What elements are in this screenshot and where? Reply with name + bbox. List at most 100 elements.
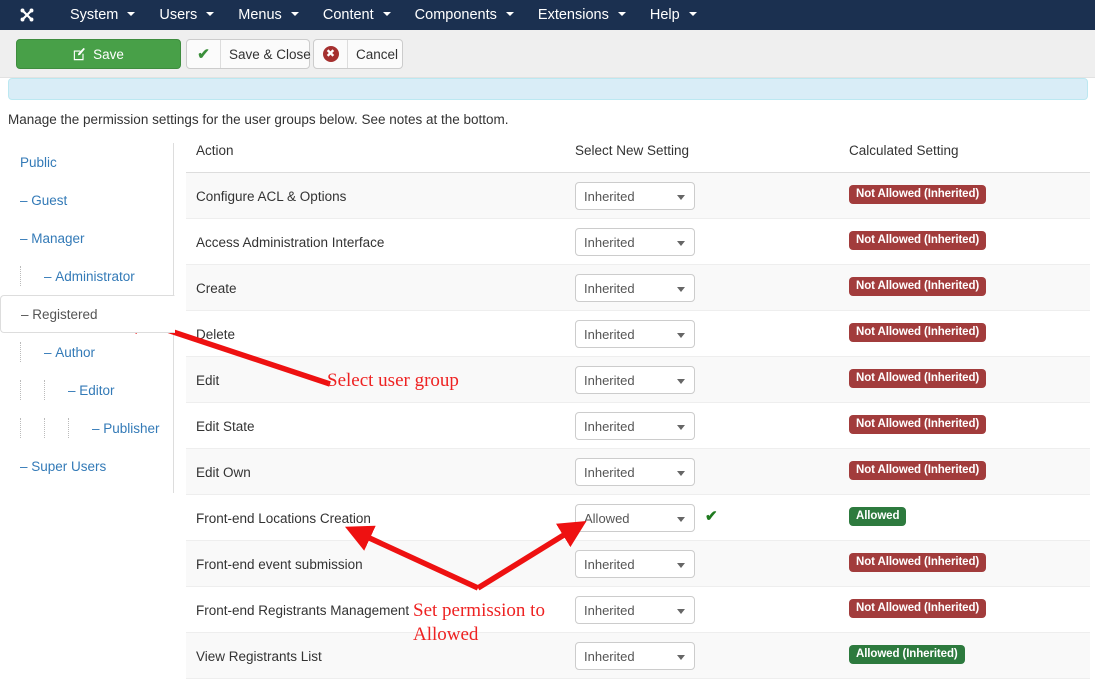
status-badge: Not Allowed (Inherited) (849, 461, 987, 480)
permission-select[interactable]: Inherited (575, 182, 695, 210)
calculated-setting-cell: Allowed (849, 506, 907, 526)
circle-x-icon: ✖ (314, 40, 348, 68)
calculated-setting-cell: Not Allowed (Inherited) (849, 184, 987, 204)
nav-item-menus[interactable]: Menus (226, 0, 311, 30)
calculated-setting-cell: Not Allowed (Inherited) (849, 552, 987, 572)
action-label: Front-end event submission (196, 556, 363, 572)
table-row: Front-end Locations Creation Allowed ✔ A… (186, 495, 1090, 541)
sidebar-item-public[interactable]: Public (0, 143, 173, 181)
permission-select[interactable]: Inherited (575, 550, 695, 578)
permission-select[interactable]: Inherited (575, 412, 695, 440)
table-row: Access Administration Interface Inherite… (186, 219, 1090, 265)
chevron-down-icon (677, 287, 685, 292)
nav-item-label: Components (414, 7, 497, 23)
permission-select[interactable]: Inherited (575, 228, 695, 256)
status-badge: Not Allowed (Inherited) (849, 553, 987, 572)
setting-select-cell: Inherited (575, 366, 695, 394)
column-header-select: Select New Setting (575, 143, 690, 158)
chevron-down-icon (382, 12, 391, 17)
sidebar-item-label: Guest (31, 192, 68, 208)
calculated-setting-cell: Not Allowed (Inherited) (849, 414, 987, 434)
toolbar: Save ✔ Save & Close ✖ Cancel (0, 30, 1095, 78)
nav-item-system[interactable]: System (58, 0, 147, 30)
setting-select-cell: Allowed (575, 504, 695, 532)
action-label: Front-end Locations Creation (196, 510, 371, 526)
permissions-table: Action Select New Setting Calculated Set… (186, 143, 1090, 679)
action-label: Access Administration Interface (196, 234, 385, 250)
nav-item-label: Extensions (537, 7, 609, 23)
status-badge: Not Allowed (Inherited) (849, 599, 987, 618)
action-label: Edit (196, 372, 220, 388)
setting-select-cell: Inherited (575, 228, 695, 256)
save-and-close-button-label: Save & Close (229, 46, 311, 62)
table-row: Edit Inherited Not Allowed (Inherited) (186, 357, 1090, 403)
status-badge: Allowed (849, 507, 907, 526)
sidebar-item-label: Super Users (31, 458, 107, 474)
save-button[interactable]: Save (16, 39, 181, 69)
sidebar-item-guest[interactable]: – Guest (0, 181, 173, 219)
status-badge: Not Allowed (Inherited) (849, 415, 987, 434)
chevron-down-icon (677, 241, 685, 246)
sidebar-item-author[interactable]: – Author (0, 333, 173, 371)
top-navigation-bar: System Users Menus Content Components Ex… (0, 0, 1095, 30)
sidebar-item-manager[interactable]: – Manager (0, 219, 173, 257)
action-label: View Registrants List (196, 648, 322, 664)
nav-item-label: System (70, 7, 119, 23)
action-label: Configure ACL & Options (196, 188, 347, 204)
table-row: Create Inherited Not Allowed (Inherited) (186, 265, 1090, 311)
nav-item-users[interactable]: Users (147, 0, 226, 30)
sidebar-item-super-users[interactable]: – Super Users (0, 447, 173, 485)
user-group-tab-list: Public – Guest – Manager – Administrator… (0, 143, 175, 493)
setting-select-cell: Inherited (575, 550, 695, 578)
chevron-down-icon (677, 195, 685, 200)
sidebar-item-publisher[interactable]: – Publisher (0, 409, 173, 447)
sidebar-item-prefix: – (21, 306, 33, 322)
nav-item-extensions[interactable]: Extensions (526, 0, 638, 30)
edit-pencil-icon (73, 47, 86, 61)
table-row: View Registrants List Inherited Allowed … (186, 633, 1090, 679)
sidebar-item-editor[interactable]: – Editor (0, 371, 173, 409)
permission-select[interactable]: Inherited (575, 366, 695, 394)
permission-select-value: Allowed (584, 510, 630, 526)
sidebar-item-registered[interactable]: – Registered (0, 295, 175, 333)
joomla-logo-icon[interactable] (18, 6, 36, 24)
chevron-down-icon (677, 609, 685, 614)
checkmark-icon: ✔ (187, 40, 221, 68)
indent-guides (20, 333, 44, 371)
nav-item-help[interactable]: Help (638, 0, 709, 30)
permission-select-value: Inherited (584, 234, 635, 250)
sidebar-item-label: Publisher (103, 420, 160, 436)
chevron-down-icon (505, 12, 514, 17)
sidebar-item-prefix: – (44, 268, 56, 284)
setting-select-cell: Inherited (575, 182, 695, 210)
permission-select-value: Inherited (584, 602, 635, 618)
permission-select[interactable]: Inherited (575, 642, 695, 670)
cancel-button[interactable]: ✖ Cancel (313, 39, 403, 69)
sidebar-item-administrator[interactable]: – Administrator (0, 257, 173, 295)
chevron-down-icon (127, 12, 136, 17)
chevron-down-icon (677, 517, 685, 522)
table-row: Front-end Registrants Management Inherit… (186, 587, 1090, 633)
status-badge: Not Allowed (Inherited) (849, 369, 987, 388)
action-label: Delete (196, 326, 236, 342)
setting-select-cell: Inherited (575, 320, 695, 348)
calculated-setting-cell: Allowed (Inherited) (849, 644, 965, 664)
status-badge: Not Allowed (Inherited) (849, 185, 987, 204)
save-and-close-button[interactable]: ✔ Save & Close (186, 39, 311, 69)
permission-select[interactable]: Inherited (575, 274, 695, 302)
permission-select[interactable]: Inherited (575, 320, 695, 348)
nav-item-components[interactable]: Components (403, 0, 526, 30)
nav-item-content[interactable]: Content (311, 0, 403, 30)
permission-select[interactable]: Allowed (575, 504, 695, 532)
chevron-down-icon (677, 471, 685, 476)
chevron-down-icon (677, 563, 685, 568)
calculated-setting-cell: Not Allowed (Inherited) (849, 230, 987, 250)
permission-select[interactable]: Inherited (575, 596, 695, 624)
permission-select[interactable]: Inherited (575, 458, 695, 486)
table-row: Configure ACL & Options Inherited Not Al… (186, 173, 1090, 219)
calculated-setting-cell: Not Allowed (Inherited) (849, 368, 987, 388)
chevron-down-icon (206, 12, 215, 17)
sidebar-item-label: Author (55, 344, 96, 360)
sidebar-item-prefix: – (44, 344, 56, 360)
permission-select-value: Inherited (584, 648, 635, 664)
